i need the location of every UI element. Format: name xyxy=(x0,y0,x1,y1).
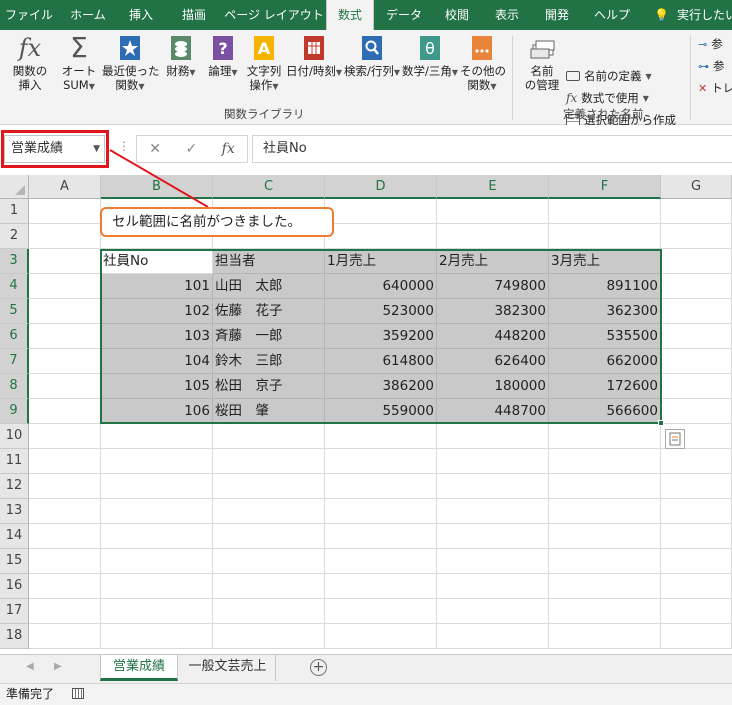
sheet-tab-bar: ◀ ▶ 営業成績 一般文芸売上 + xyxy=(0,654,732,683)
callout-note: セル範囲に名前がつきました。 xyxy=(100,207,334,237)
next-sheet-icon[interactable]: ▶ xyxy=(54,661,62,672)
callout-arrow xyxy=(109,149,209,208)
prev-sheet-icon[interactable]: ◀ xyxy=(26,661,34,672)
sheet-tab-literature[interactable]: 一般文芸売上 xyxy=(180,655,276,681)
status-bar: 準備完了 xyxy=(0,683,732,705)
sheet-tab-sales[interactable]: 営業成績 xyxy=(100,655,178,681)
add-sheet-icon[interactable]: + xyxy=(310,659,327,676)
macro-record-icon[interactable] xyxy=(71,688,84,699)
status-text: 準備完了 xyxy=(6,687,55,701)
